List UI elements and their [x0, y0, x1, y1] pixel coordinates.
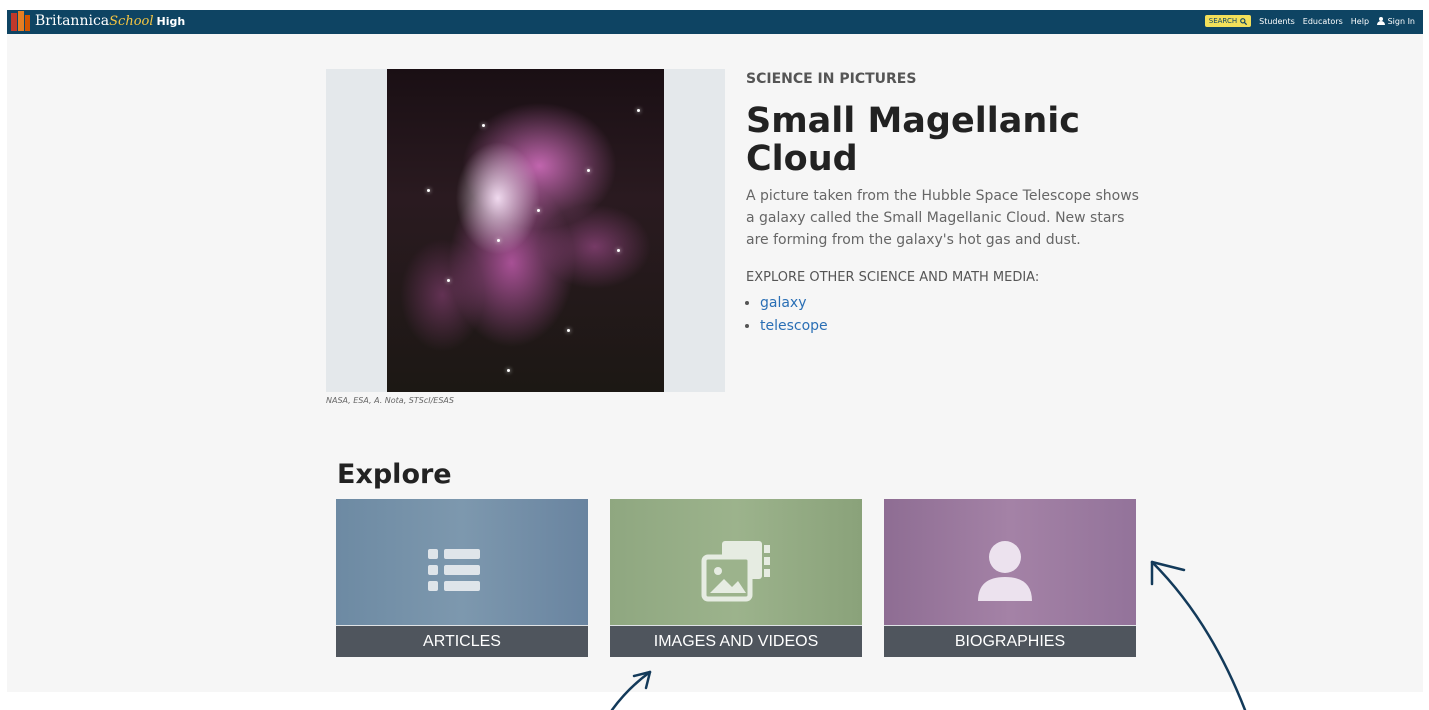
- britannica-logo-icon[interactable]: [11, 11, 31, 33]
- list-item: galaxy: [760, 292, 828, 315]
- galaxy-link[interactable]: galaxy: [760, 295, 807, 311]
- image-credit: NASA, ESA, A. Nota, STScI/ESAS: [326, 396, 454, 405]
- card-label: BIOGRAPHIES: [884, 625, 1136, 657]
- top-nav: SEARCH Students Educators Help Sign In: [1204, 15, 1415, 27]
- related-media-list: galaxy telescope: [746, 292, 828, 338]
- page-title: Small Magellanic Cloud: [746, 101, 1080, 179]
- telescope-link[interactable]: telescope: [760, 318, 828, 334]
- explore-heading: Explore: [337, 459, 452, 490]
- brand-logo[interactable]: BritannicaSchool High: [35, 13, 185, 29]
- brand-main: Britannica: [35, 13, 110, 29]
- brand-school: School: [109, 14, 154, 29]
- card-label: IMAGES AND VIDEOS: [610, 625, 862, 657]
- media-description: A picture taken from the Hubble Space Te…: [746, 188, 1139, 248]
- images-and-videos-card[interactable]: IMAGES AND VIDEOS: [610, 499, 862, 657]
- biographies-card[interactable]: BIOGRAPHIES: [884, 499, 1136, 657]
- articles-card[interactable]: ARTICLES: [336, 499, 588, 657]
- nav-educators-link[interactable]: Educators: [1303, 17, 1343, 26]
- list-item: telescope: [760, 315, 828, 338]
- annotation-arrow-icon: [610, 670, 652, 710]
- card-image: [336, 499, 588, 625]
- user-icon: [1377, 17, 1386, 25]
- annotation-arrow-icon: [1150, 560, 1247, 710]
- small-magellanic-cloud-image[interactable]: [387, 69, 664, 392]
- explore-media-label: EXPLORE OTHER SCIENCE AND MATH MEDIA:: [746, 270, 1040, 285]
- nav-students-link[interactable]: Students: [1259, 17, 1295, 26]
- search-icon: [1240, 17, 1248, 25]
- search-label: SEARCH: [1208, 17, 1238, 25]
- brand-level: High: [156, 15, 186, 28]
- search-button[interactable]: SEARCH: [1204, 15, 1252, 27]
- sign-in-link[interactable]: Sign In: [1377, 17, 1415, 26]
- list-icon: [428, 549, 488, 599]
- person-icon: [978, 541, 1032, 601]
- media-icon: [701, 541, 770, 602]
- sign-in-label: Sign In: [1387, 16, 1415, 26]
- nav-help-link[interactable]: Help: [1351, 17, 1369, 26]
- media-kicker: SCIENCE IN PICTURES: [746, 71, 917, 87]
- card-label: ARTICLES: [336, 625, 588, 657]
- card-image: [884, 499, 1136, 625]
- top-navigation-bar: BritannicaSchool High SEARCH Students Edu…: [7, 10, 1423, 34]
- card-image: [610, 499, 862, 625]
